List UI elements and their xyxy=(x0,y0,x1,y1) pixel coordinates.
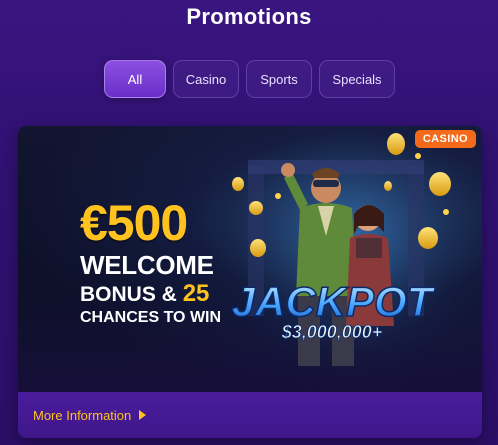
tab-casino[interactable]: Casino xyxy=(173,60,239,98)
jackpot-artwork: JACKPOT $3,000,000+ xyxy=(218,126,482,392)
promo-amount: €500 xyxy=(80,195,188,251)
promo-card[interactable]: JACKPOT $3,000,000+ CASINO €500 WELCOME … xyxy=(18,126,482,438)
promo-tagline: CHANCES TO WIN xyxy=(80,309,222,326)
jackpot-title: JACKPOT xyxy=(232,278,436,325)
more-information-label: More Information xyxy=(33,407,132,423)
promo-headline: WELCOME xyxy=(80,250,214,280)
tab-specials[interactable]: Specials xyxy=(319,60,395,98)
page-title: Promotions xyxy=(186,4,312,29)
tab-sports[interactable]: Sports xyxy=(246,60,312,98)
triangle-right-icon xyxy=(139,410,147,420)
promo-filter-tabs: All Casino Sports Specials xyxy=(104,60,395,98)
jackpot-amount: $3,000,000+ xyxy=(281,322,383,342)
promo-banner[interactable]: JACKPOT $3,000,000+ CASINO €500 WELCOME … xyxy=(18,126,482,392)
more-information-link[interactable]: More Information xyxy=(33,407,147,423)
promo-card-footer: More Information xyxy=(18,392,482,438)
promo-subheadline: BONUS & 25 xyxy=(80,282,209,306)
promo-highlight-number: 25 xyxy=(182,280,210,307)
tab-all[interactable]: All xyxy=(104,60,166,98)
promo-subheadline-text: BONUS & xyxy=(80,283,177,306)
category-badge: CASINO xyxy=(414,130,476,148)
